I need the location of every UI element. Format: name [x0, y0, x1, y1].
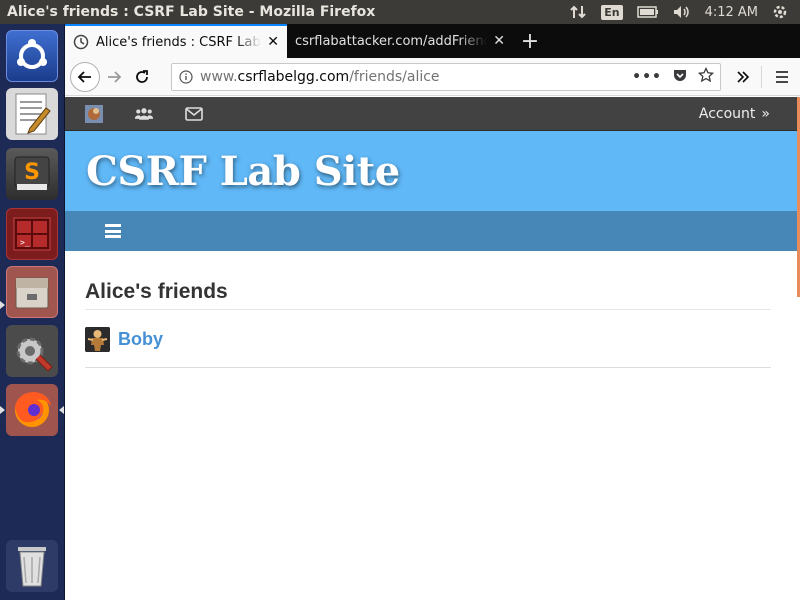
sublime-text-icon[interactable]: S: [6, 148, 58, 200]
url-prefix: www.: [200, 69, 238, 85]
system-top-panel: Alice's friends : CSRF Lab Site - Mozill…: [0, 0, 800, 24]
tab-label: csrflabattacker.com/addFriend.html: [295, 33, 487, 49]
url-host: csrflabelgg.com: [237, 69, 350, 85]
users-group-icon: [135, 107, 153, 120]
list-item: Boby: [85, 310, 771, 368]
tab-csrf-attacker[interactable]: csrflabattacker.com/addFriend.html ✕: [287, 24, 513, 58]
ubuntu-dash-icon[interactable]: [6, 30, 58, 82]
friend-name-link[interactable]: Boby: [118, 329, 163, 350]
page-actions-icon[interactable]: •••: [632, 69, 662, 85]
tab-strip: Alice's friends : CSRF Lab Site ✕ csrfla…: [65, 24, 800, 58]
settings-gear-icon[interactable]: [772, 4, 788, 20]
navigation-toolbar: www.csrflabelgg.com/friends/alice •••: [65, 58, 800, 96]
system-tray: En 4:12 AM: [569, 4, 800, 20]
messages-link[interactable]: [185, 105, 203, 123]
account-menu[interactable]: Account »: [699, 106, 770, 122]
firefox-icon[interactable]: [6, 384, 58, 436]
close-tab-icon[interactable]: ✕: [493, 33, 505, 49]
trash-icon[interactable]: [6, 540, 58, 592]
files-running-indicator: [0, 301, 5, 309]
forward-arrow-icon: [108, 70, 122, 83]
bookmark-star-icon[interactable]: [697, 66, 715, 87]
url-path: /friends/alice: [349, 69, 440, 85]
hamburger-menu-icon: [776, 71, 788, 83]
svg-text:>_: >_: [20, 238, 30, 247]
terminal-icon[interactable]: >_: [6, 208, 58, 260]
user-avatar-link[interactable]: [85, 104, 103, 123]
site-topbar: Account »: [65, 97, 800, 131]
tab-alices-friends[interactable]: Alice's friends : CSRF Lab Site ✕: [65, 24, 287, 58]
volume-icon[interactable]: [673, 5, 691, 19]
toolbar-separator: [761, 66, 762, 88]
account-label: Account: [698, 105, 756, 122]
toolbar-overflow-button[interactable]: [729, 63, 757, 91]
system-settings-icon[interactable]: [6, 325, 58, 377]
back-arrow-icon: [77, 70, 91, 83]
url-bar[interactable]: www.csrflabelgg.com/friends/alice •••: [171, 63, 721, 91]
battery-icon[interactable]: [636, 6, 659, 18]
browser-window: Alice's friends : CSRF Lab Site ✕ csrfla…: [65, 24, 800, 600]
site-nav: [65, 211, 800, 251]
back-button[interactable]: [70, 61, 100, 92]
main-content: Alice's friends Boby: [65, 280, 800, 368]
firefox-running-indicator: [0, 406, 5, 414]
network-icon[interactable]: [569, 4, 587, 20]
firefox-focused-indicator: [59, 406, 64, 414]
pocket-icon[interactable]: [672, 67, 688, 87]
window-title: Alice's friends : CSRF Lab Site - Mozill…: [7, 4, 376, 20]
text-editor-icon[interactable]: [6, 88, 58, 140]
page-favicon-icon: [73, 34, 89, 50]
tab-label: Alice's friends : CSRF Lab Site: [96, 34, 261, 50]
page-content: Account » CSRF Lab Site Alice's friends B…: [65, 97, 800, 600]
site-name-link[interactable]: CSRF Lab Site: [86, 148, 400, 195]
site-info-icon[interactable]: [172, 70, 200, 84]
account-arrow: »: [761, 105, 770, 122]
close-tab-icon[interactable]: ✕: [267, 34, 279, 50]
url-text[interactable]: www.csrflabelgg.com/friends/alice: [200, 69, 632, 85]
clock[interactable]: 4:12 AM: [705, 5, 758, 20]
page-title: Alice's friends: [85, 280, 771, 310]
reload-button[interactable]: [128, 63, 156, 91]
launcher: S >_: [0, 24, 65, 600]
files-icon[interactable]: [6, 266, 58, 318]
chevron-double-right-icon: [737, 71, 750, 83]
svg-text:S: S: [24, 160, 40, 185]
reload-icon: [136, 69, 148, 83]
forward-button[interactable]: [100, 63, 128, 91]
site-header: CSRF Lab Site: [65, 131, 800, 211]
keyboard-layout-indicator[interactable]: En: [601, 4, 623, 20]
friend-avatar-icon: [85, 327, 110, 352]
user-avatar-icon: [85, 104, 103, 123]
site-menu-toggle-icon[interactable]: [105, 224, 121, 238]
friends-link[interactable]: [135, 105, 153, 123]
new-tab-button[interactable]: +: [513, 24, 547, 58]
envelope-icon: [185, 106, 203, 121]
open-menu-button[interactable]: [768, 63, 796, 91]
friend-avatar[interactable]: [85, 327, 110, 352]
